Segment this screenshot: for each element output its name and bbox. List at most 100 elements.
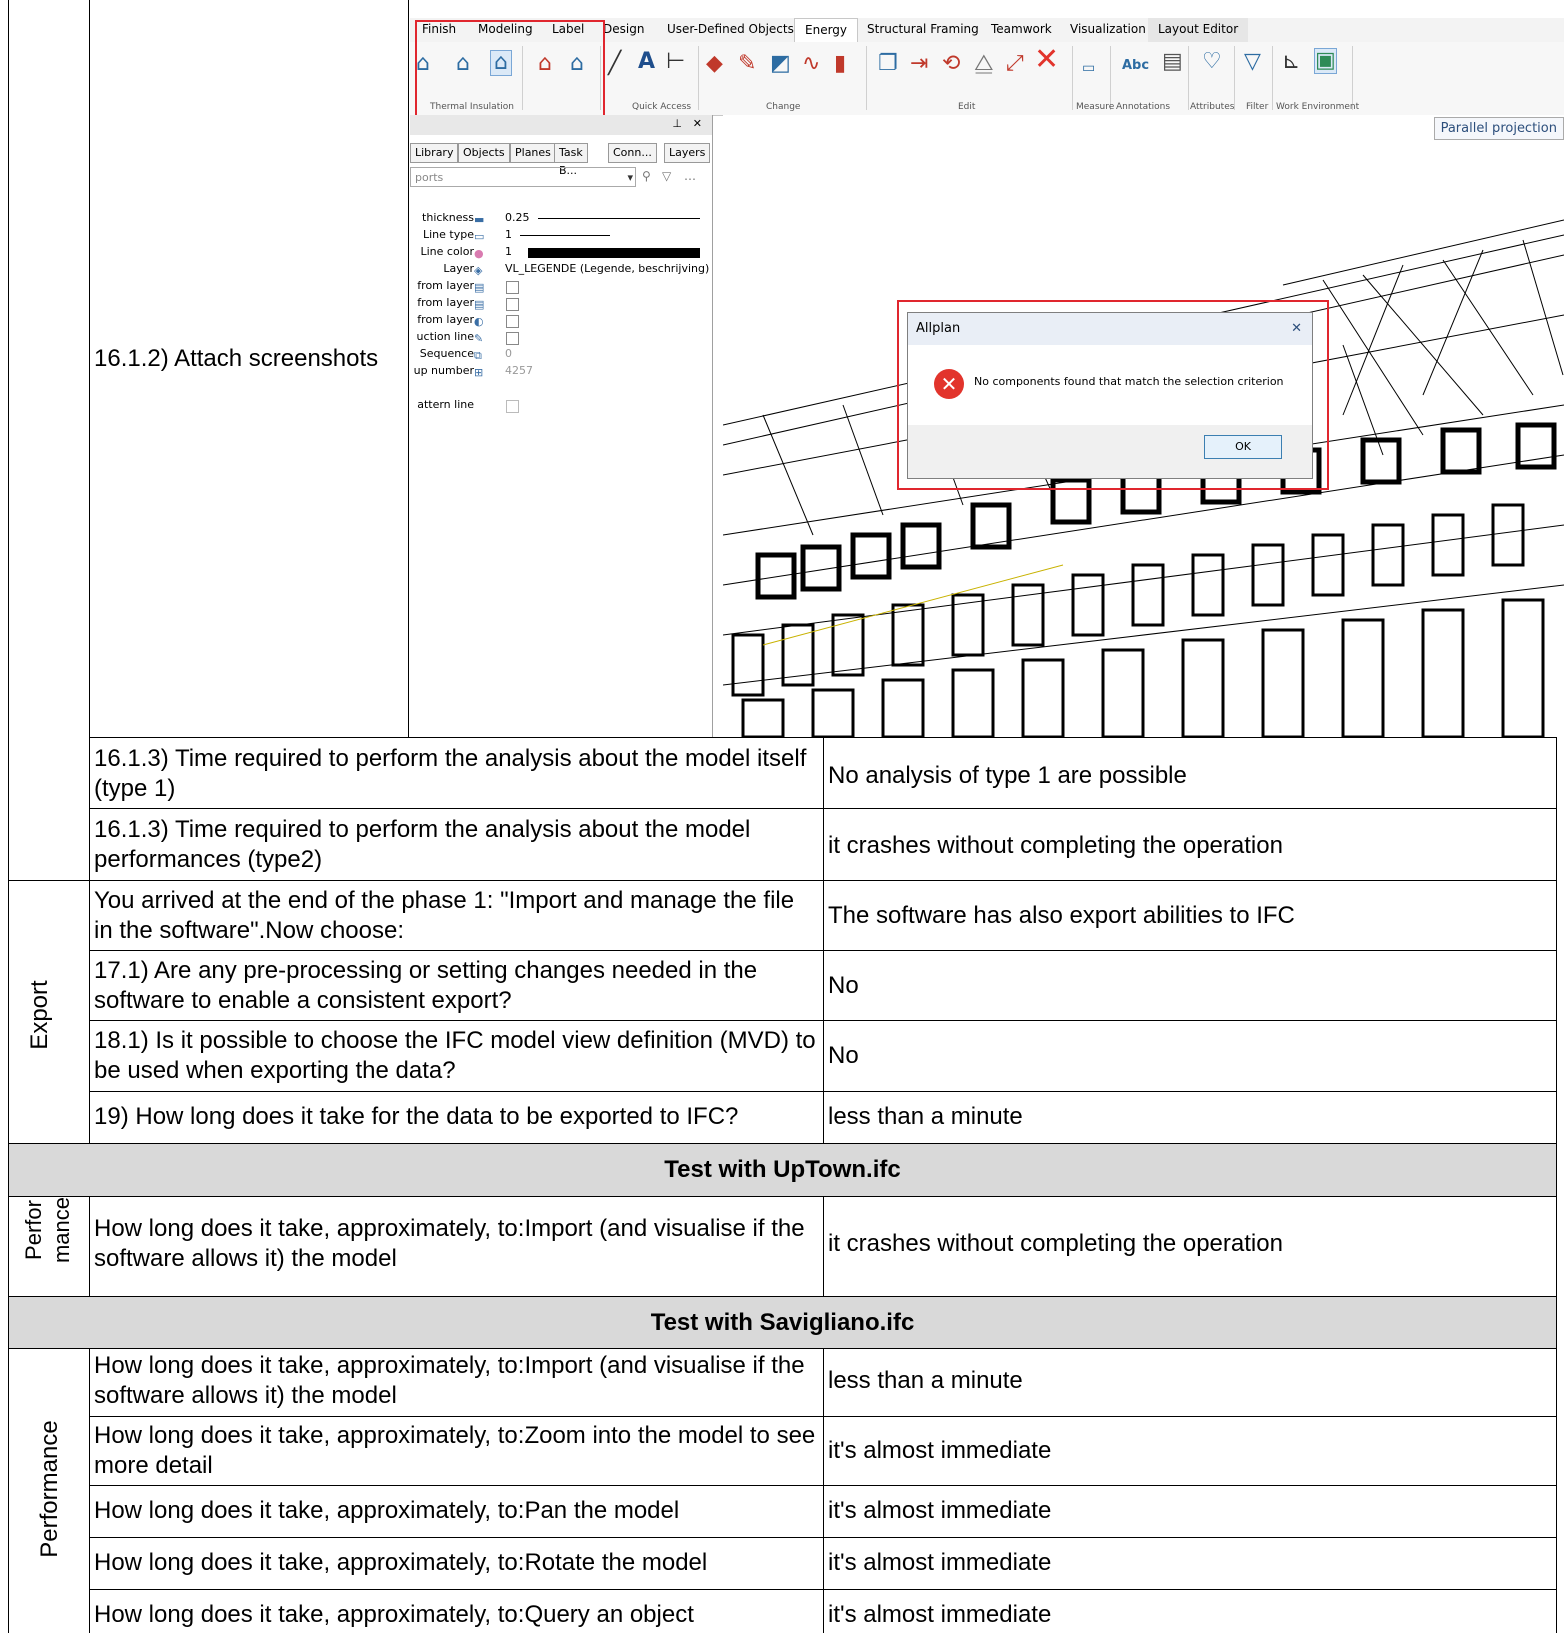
prop-label: from layer [417, 279, 474, 292]
question-cell: You arrived at the end of the phase 1: "… [94, 887, 795, 944]
attributes-icon[interactable]: ♡ [1202, 50, 1222, 74]
stretch-icon[interactable]: ⤢ [1006, 52, 1024, 76]
answer-cell: it's almost immediate [828, 1437, 1052, 1464]
prop-label: Line color [420, 245, 474, 258]
list-icon[interactable]: ▤ [1162, 50, 1183, 74]
pin-icon[interactable]: ⊥ [672, 117, 682, 130]
checkbox[interactable] [506, 332, 519, 345]
checkbox[interactable] [506, 315, 519, 328]
thickness-layer-icon: ▤ [474, 281, 485, 294]
answer-cell: it's almost immediate [828, 1601, 1052, 1628]
tab-energy[interactable]: Energy [794, 18, 859, 42]
prop-label: uction line [416, 330, 474, 343]
section-header-savigliano: Test with Savigliano.ifc [9, 1297, 1556, 1348]
properties-panel: ⊥ ✕ Library Objects Planes Task B... Con… [410, 115, 713, 737]
axis-icon[interactable]: ⊾ [1282, 50, 1300, 74]
close-icon[interactable]: ✕ [1291, 313, 1302, 345]
prop-label: Sequence [419, 347, 474, 360]
group-label-filter: Filter [1246, 102, 1269, 112]
answer-cell: No [828, 1042, 859, 1069]
panel-tab-layers[interactable]: Layers [664, 143, 711, 163]
dialog-title: Allplan [916, 321, 961, 336]
prop-value[interactable]: 0.25 [505, 211, 530, 224]
prop-value[interactable]: 1 [505, 228, 512, 241]
line-color-swatch [528, 248, 700, 258]
tab-design[interactable]: Design [603, 22, 644, 36]
performance-category-label-1: Perfor [21, 1200, 46, 1260]
measure-icon[interactable]: ▭ [1082, 56, 1095, 80]
eraser-icon[interactable]: ◆ [706, 52, 723, 76]
filter-icon[interactable]: ▽ [1244, 50, 1261, 74]
delete-icon[interactable]: ✕ [1034, 45, 1059, 75]
panel-tab-library[interactable]: Library [410, 143, 459, 163]
panel-tab-planes[interactable]: Planes [510, 143, 556, 163]
tab-teamwork[interactable]: Teamwork [991, 22, 1052, 36]
section-title: Test with UpTown.ifc [664, 1156, 901, 1183]
section-header-uptown: Test with UpTown.ifc [9, 1144, 1556, 1196]
question-cell: How long does it take, approximately, to… [94, 1497, 680, 1524]
answer-cell: No analysis of type 1 are possible [828, 762, 1187, 789]
group-label-change: Change [766, 102, 801, 112]
prop-label: attern line [417, 398, 474, 411]
question-cell: How long does it take, approximately, to… [94, 1549, 708, 1576]
copy-icon[interactable]: ❐ [878, 52, 898, 76]
panel-tab-task[interactable]: Task B... [554, 143, 588, 177]
annotation-icon[interactable]: Abc [1122, 54, 1149, 78]
question-cell: 17.1) Are any pre-processing or setting … [94, 957, 758, 1014]
sequence-icon: ⧉ [474, 349, 482, 362]
answer-cell: No [828, 972, 859, 999]
line-icon[interactable]: ╱ [608, 52, 621, 76]
pick-icon[interactable]: ✎ [738, 52, 756, 76]
checkbox[interactable] [506, 281, 519, 294]
move-icon[interactable]: ⇥ [910, 52, 928, 76]
export-category-label: Export [26, 980, 53, 1050]
close-icon[interactable]: ✕ [693, 117, 702, 130]
search-icon[interactable]: ⚲ [642, 169, 651, 183]
line-thickness-icon: ▬ [474, 213, 485, 226]
projection-button[interactable]: Parallel projection [1433, 117, 1564, 140]
work-environment-icon[interactable]: ▣ [1314, 48, 1337, 74]
question-cell: How long does it take, approximately, to… [94, 1352, 805, 1409]
prop-label: from layer [417, 296, 474, 309]
question-cell: How long does it take, approximately, to… [94, 1601, 694, 1628]
mirror-icon[interactable]: ⧋ [974, 52, 994, 76]
prop-value: 4257 [505, 364, 533, 377]
tab-user-defined-objects[interactable]: User-Defined Objects [667, 22, 794, 36]
question-cell: 18.1) Is it possible to choose the IFC m… [94, 1027, 816, 1084]
error-dialog: Allplan ✕ ✕ No components found that mat… [907, 312, 1313, 479]
answer-cell: less than a minute [828, 1103, 1023, 1130]
allplan-screenshot: Finish Modeling Label Design User-Define… [410, 0, 1564, 737]
checkbox[interactable] [506, 400, 519, 413]
property-icons: ▬ ▭ ● ◈ ▤ ▤ ◐ ✎ ⧉ ⊞ [474, 211, 492, 381]
panel-filter-dropdown[interactable]: ports ▾ [410, 167, 636, 187]
filter-icon[interactable]: ▽ [662, 169, 671, 183]
panel-header: ⊥ ✕ [410, 115, 712, 135]
group-number-icon: ⊞ [474, 366, 484, 379]
modify-icon[interactable]: ◩ [770, 52, 791, 76]
answer-cell: it's almost immediate [828, 1497, 1052, 1524]
checkbox[interactable] [506, 298, 519, 311]
tab-structural-framing[interactable]: Structural Framing [867, 22, 979, 36]
panel-tab-objects[interactable]: Objects [458, 143, 510, 163]
question-cell: 16.1.3) Time required to perform the ana… [94, 816, 751, 873]
group-label-quick-access: Quick Access [632, 102, 692, 112]
prop-value[interactable]: 1 [505, 245, 512, 258]
prop-value[interactable]: VL_LEGENDE (Legende, beschrijving) [505, 262, 709, 275]
ok-button[interactable]: OK [1204, 435, 1282, 459]
tab-visualization[interactable]: Visualization [1070, 22, 1146, 36]
section-title: Test with Savigliano.ifc [650, 1309, 915, 1336]
panel-tab-conn[interactable]: Conn... [608, 143, 657, 163]
join-icon[interactable]: ▮ [834, 52, 846, 76]
dimension-icon[interactable]: ⊢ [666, 50, 685, 74]
question-cell: How long does it take, approximately, to… [94, 1215, 805, 1272]
text-icon[interactable]: A [638, 50, 655, 74]
rotate-icon[interactable]: ⟲ [942, 52, 960, 76]
group-label-work-environment: Work Environment [1276, 102, 1360, 112]
dialog-message: No components found that match the selec… [974, 375, 1284, 388]
wave-icon[interactable]: ∿ [802, 52, 820, 76]
tab-layout-editor[interactable]: Layout Editor [1148, 18, 1249, 42]
more-icon[interactable]: … [684, 169, 696, 183]
prop-label: from layer [417, 313, 474, 326]
answer-cell: it's almost immediate [828, 1549, 1052, 1576]
group-label-edit: Edit [958, 102, 976, 112]
